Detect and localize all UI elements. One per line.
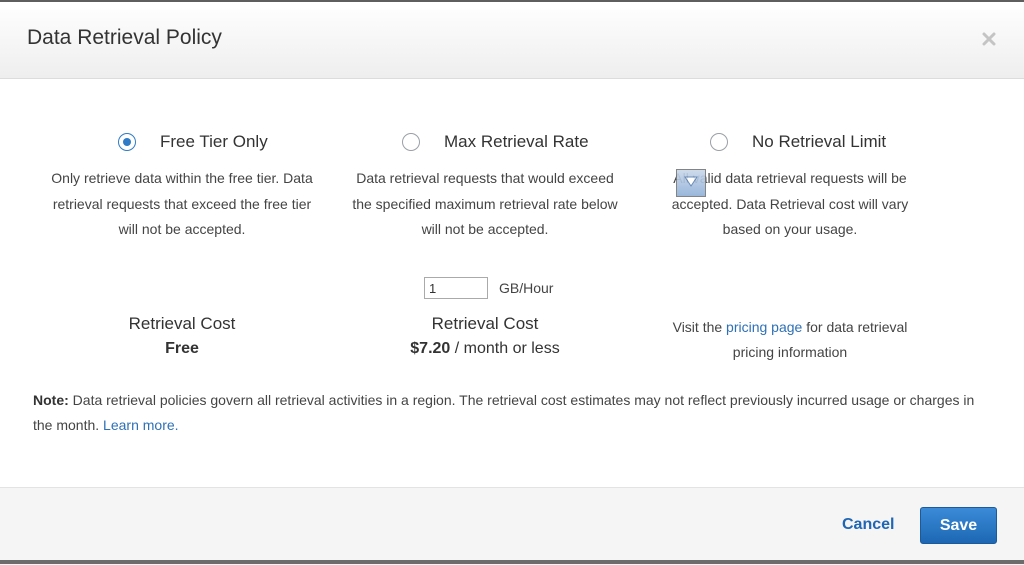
rate-unit-label: GB/Hour bbox=[499, 280, 554, 296]
cost-no-limit: Visit the pricing page for data retrieva… bbox=[655, 315, 925, 365]
option-label-max-retrieval-rate[interactable]: Max Retrieval Rate bbox=[444, 132, 589, 152]
option-free-tier: Free Tier Only Only retrieve data within… bbox=[48, 130, 316, 243]
option-max-retrieval-rate: Max Retrieval Rate Data retrieval reques… bbox=[350, 130, 620, 243]
background-page-strip bbox=[0, 560, 1024, 564]
cost-amount-free-tier: Free bbox=[165, 340, 199, 357]
option-description-max-retrieval-rate: Data retrieval requests that would excee… bbox=[352, 170, 618, 237]
cost-amount-max-rate: $7.20 bbox=[410, 340, 451, 357]
save-button[interactable]: Save bbox=[920, 507, 997, 544]
pricing-page-link[interactable]: pricing page bbox=[726, 319, 802, 335]
option-label-no-retrieval-limit[interactable]: No Retrieval Limit bbox=[752, 132, 886, 152]
note-label: Note: bbox=[33, 392, 69, 408]
cancel-button[interactable]: Cancel bbox=[842, 516, 894, 534]
radio-max-retrieval-rate[interactable] bbox=[402, 133, 420, 151]
pricing-prefix: Visit the bbox=[672, 319, 727, 335]
cost-value-free-tier: Free bbox=[48, 340, 316, 358]
dialog-header: Data Retrieval Policy bbox=[0, 2, 1024, 79]
cost-value-max-rate: $7.20 / month or less bbox=[350, 340, 620, 358]
data-retrieval-policy-dialog: Data Retrieval Policy Free Tier Only Onl… bbox=[0, 0, 1024, 565]
radio-free-tier[interactable] bbox=[118, 133, 136, 151]
dialog-title: Data Retrieval Policy bbox=[27, 26, 222, 49]
radio-no-retrieval-limit[interactable] bbox=[710, 133, 728, 151]
max-rate-input[interactable] bbox=[424, 277, 488, 299]
option-label-free-tier[interactable]: Free Tier Only bbox=[160, 132, 268, 152]
policy-note: Note: Data retrieval policies govern all… bbox=[33, 388, 993, 438]
learn-more-link[interactable]: Learn more. bbox=[103, 417, 178, 433]
max-rate-row: GB/Hour bbox=[424, 277, 553, 299]
cost-free-tier: Retrieval Cost Free bbox=[48, 314, 316, 358]
cost-suffix-max-rate: / month or less bbox=[450, 340, 560, 357]
cost-max-rate: Retrieval Cost $7.20 / month or less bbox=[350, 314, 620, 358]
cost-label-free-tier: Retrieval Cost bbox=[128, 314, 236, 333]
cost-label-max-rate: Retrieval Cost bbox=[431, 314, 539, 333]
option-description-free-tier: Only retrieve data within the free tier.… bbox=[51, 170, 313, 237]
drag-arrow-icon bbox=[676, 169, 706, 197]
dialog-footer: Cancel Save bbox=[0, 487, 1024, 565]
close-icon[interactable] bbox=[982, 32, 996, 46]
